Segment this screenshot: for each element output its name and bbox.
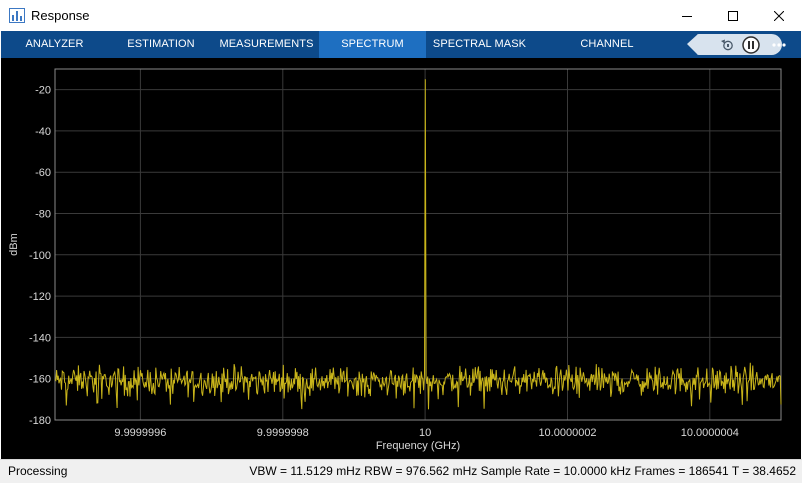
x-tick-label: 10.0000002 [538, 427, 596, 439]
y-tick-label: -20 [35, 85, 51, 97]
x-tick-label: 10 [419, 427, 431, 439]
y-tick-label: -160 [29, 374, 51, 386]
y-tick-label: -60 [35, 167, 51, 179]
y-axis-label: dBm [8, 233, 20, 256]
status-bar: Processing VBW = 11.5129 mHz RBW = 976.5… [0, 459, 802, 483]
plot-axes-box [54, 68, 782, 421]
spectrum-plot[interactable]: -20 -40 -60 -80 -100 -120 -140 -160 -180 9.999999… [0, 0, 802, 482]
status-readout: VBW = 11.5129 mHz RBW = 976.562 mHz Samp… [249, 464, 796, 478]
y-tick-label: -40 [35, 126, 51, 138]
y-tick-label: -80 [35, 209, 51, 221]
spectrum-trace [54, 79, 782, 410]
status-state: Processing [8, 464, 68, 478]
y-tick-label: -140 [29, 332, 51, 344]
y-tick-label: -180 [29, 415, 51, 427]
y-tick-label: -120 [29, 291, 51, 303]
x-tick-label: 9.9999998 [257, 427, 309, 439]
x-tick-label: 10.0000004 [681, 427, 739, 439]
x-axis-label: Frequency (GHz) [376, 440, 460, 452]
y-tick-label: -100 [29, 250, 51, 262]
x-tick-label: 9.9999996 [114, 427, 166, 439]
